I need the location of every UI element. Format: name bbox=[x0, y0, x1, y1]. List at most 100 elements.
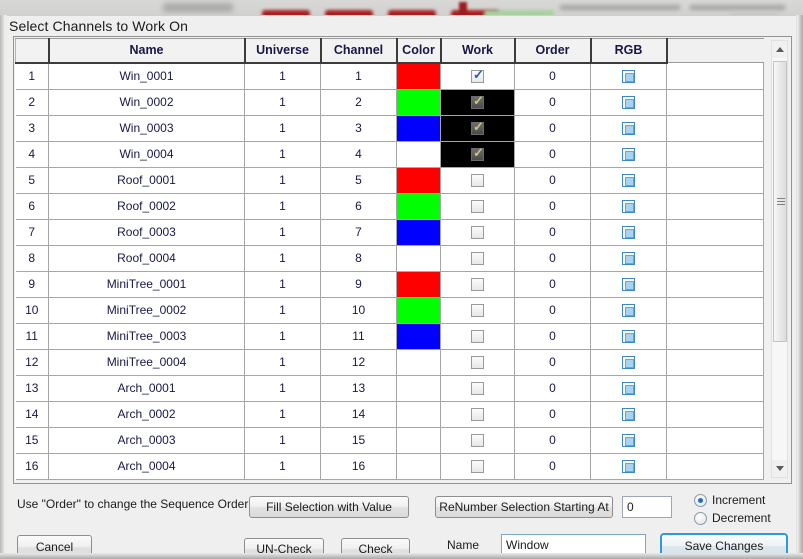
scroll-up-button[interactable] bbox=[772, 41, 787, 58]
channel-cell[interactable]: 7 bbox=[320, 219, 397, 246]
rgb-checkbox-cell[interactable] bbox=[590, 193, 667, 220]
rgb-checkbox-cell[interactable] bbox=[590, 349, 667, 376]
color-swatch-cell[interactable] bbox=[396, 427, 441, 454]
table-row[interactable]: 1 Win_0001 1 1 ✓ 0 bbox=[15, 62, 764, 90]
rgb-checkbox-cell[interactable] bbox=[590, 323, 667, 350]
table-row[interactable]: 9 MiniTree_0001 1 9 0 bbox=[15, 271, 764, 298]
channel-grid-viewport[interactable]: Name Universe Channel Color Work Order R… bbox=[15, 38, 790, 482]
row-header-cell[interactable]: 9 bbox=[15, 271, 49, 298]
order-cell[interactable]: 0 bbox=[514, 297, 591, 324]
channel-cell[interactable]: 5 bbox=[320, 167, 397, 194]
work-checkbox-unchecked-icon[interactable] bbox=[471, 278, 484, 292]
order-cell[interactable]: 0 bbox=[514, 115, 591, 142]
channel-cell[interactable]: 15 bbox=[320, 427, 397, 454]
channel-name-cell[interactable]: Arch_0003 bbox=[48, 427, 245, 454]
increment-radio-row[interactable]: Increment bbox=[694, 493, 765, 507]
universe-cell[interactable]: 1 bbox=[244, 297, 321, 324]
channel-name-cell[interactable]: Win_0003 bbox=[48, 115, 245, 142]
rgb-checkbox-cell[interactable] bbox=[590, 219, 667, 246]
table-row[interactable]: 8 Roof_0004 1 8 0 bbox=[15, 245, 764, 272]
order-cell[interactable]: 0 bbox=[514, 167, 591, 194]
work-checkbox-cell[interactable] bbox=[440, 375, 515, 402]
order-cell[interactable]: 0 bbox=[514, 193, 591, 220]
row-header-cell[interactable]: 16 bbox=[15, 453, 49, 480]
table-row[interactable]: 6 Roof_0002 1 6 0 bbox=[15, 193, 764, 220]
rgb-checkbox-cell[interactable] bbox=[590, 453, 667, 480]
work-checkbox-cell[interactable] bbox=[440, 245, 515, 272]
channel-name-cell[interactable]: Win_0001 bbox=[48, 62, 245, 90]
row-header-cell[interactable]: 15 bbox=[15, 427, 49, 454]
color-swatch-cell[interactable] bbox=[396, 62, 441, 90]
work-checkbox-unchecked-icon[interactable] bbox=[471, 330, 484, 344]
work-checkbox-unchecked-icon[interactable] bbox=[471, 434, 484, 448]
cancel-button[interactable]: Cancel bbox=[17, 535, 92, 559]
row-header-cell[interactable]: 1 bbox=[15, 62, 49, 90]
rgb-checkbox-unchecked-icon[interactable] bbox=[622, 330, 635, 344]
row-header-cell[interactable]: 14 bbox=[15, 401, 49, 428]
work-checkbox-unchecked-icon[interactable] bbox=[471, 304, 484, 318]
column-header-color[interactable]: Color bbox=[396, 38, 442, 64]
row-header-cell[interactable]: 7 bbox=[15, 219, 49, 246]
table-row[interactable]: 4 Win_0004 1 4 ✓ 0 bbox=[15, 141, 764, 168]
column-header-channel[interactable]: Channel bbox=[320, 38, 398, 64]
rgb-checkbox-cell[interactable] bbox=[590, 89, 667, 116]
rgb-checkbox-cell[interactable] bbox=[590, 115, 667, 142]
rgb-checkbox-unchecked-icon[interactable] bbox=[622, 356, 635, 370]
channel-name-cell[interactable]: MiniTree_0002 bbox=[48, 297, 245, 324]
work-checkbox-checked-icon[interactable]: ✓ bbox=[471, 94, 484, 110]
rgb-checkbox-cell[interactable] bbox=[590, 62, 667, 90]
fill-selection-with-value-button[interactable]: Fill Selection with Value bbox=[249, 496, 409, 518]
color-swatch-cell[interactable] bbox=[396, 349, 441, 376]
order-cell[interactable]: 0 bbox=[514, 245, 591, 272]
channel-cell[interactable]: 11 bbox=[320, 323, 397, 350]
universe-cell[interactable]: 1 bbox=[244, 141, 321, 168]
rgb-checkbox-unchecked-icon[interactable] bbox=[622, 122, 635, 136]
table-row[interactable]: 14 Arch_0002 1 14 0 bbox=[15, 401, 764, 428]
channel-name-cell[interactable]: Arch_0004 bbox=[48, 453, 245, 480]
row-header-cell[interactable]: 6 bbox=[15, 193, 49, 220]
work-checkbox-cell[interactable]: ✓ bbox=[440, 89, 515, 116]
universe-cell[interactable]: 1 bbox=[244, 401, 321, 428]
channel-cell[interactable]: 3 bbox=[320, 115, 397, 142]
decrement-radio-icon[interactable] bbox=[694, 511, 707, 525]
order-cell[interactable]: 0 bbox=[514, 323, 591, 350]
row-header-cell[interactable]: 13 bbox=[15, 375, 49, 402]
rgb-checkbox-cell[interactable] bbox=[590, 401, 667, 428]
work-checkbox-unchecked-icon[interactable] bbox=[471, 356, 484, 370]
rgb-checkbox-unchecked-icon[interactable] bbox=[622, 200, 635, 214]
work-checkbox-unchecked-icon[interactable] bbox=[471, 460, 484, 474]
row-header-cell[interactable]: 8 bbox=[15, 245, 49, 272]
save-changes-button[interactable]: Save Changes bbox=[660, 533, 788, 559]
rgb-checkbox-unchecked-icon[interactable] bbox=[622, 434, 635, 448]
rgb-checkbox-cell[interactable] bbox=[590, 297, 667, 324]
work-checkbox-cell[interactable] bbox=[440, 167, 515, 194]
order-cell[interactable]: 0 bbox=[514, 141, 591, 168]
rgb-checkbox-unchecked-icon[interactable] bbox=[622, 96, 635, 110]
rgb-checkbox-cell[interactable] bbox=[590, 167, 667, 194]
rgb-checkbox-unchecked-icon[interactable] bbox=[622, 174, 635, 188]
universe-cell[interactable]: 1 bbox=[244, 323, 321, 350]
channel-cell[interactable]: 8 bbox=[320, 245, 397, 272]
column-header-select-all[interactable] bbox=[15, 38, 50, 64]
universe-cell[interactable]: 1 bbox=[244, 427, 321, 454]
universe-cell[interactable]: 1 bbox=[244, 245, 321, 272]
universe-cell[interactable]: 1 bbox=[244, 167, 321, 194]
column-header-name[interactable]: Name bbox=[48, 38, 246, 64]
channel-cell[interactable]: 14 bbox=[320, 401, 397, 428]
channel-table-body[interactable]: 1 Win_0001 1 1 ✓ 0 2 Win_0002 1 2 ✓ 0 3 Win_0003 1 3 ✓ 0 4… bbox=[15, 62, 764, 480]
work-checkbox-cell[interactable] bbox=[440, 401, 515, 428]
row-header-cell[interactable]: 2 bbox=[15, 89, 49, 116]
work-checkbox-cell[interactable]: ✓ bbox=[440, 115, 515, 142]
scroll-down-button[interactable] bbox=[772, 460, 787, 477]
row-header-cell[interactable]: 5 bbox=[15, 167, 49, 194]
order-cell[interactable]: 0 bbox=[514, 271, 591, 298]
order-cell[interactable]: 0 bbox=[514, 349, 591, 376]
channel-cell[interactable]: 2 bbox=[320, 89, 397, 116]
channel-cell[interactable]: 13 bbox=[320, 375, 397, 402]
row-header-cell[interactable]: 11 bbox=[15, 323, 49, 350]
channel-name-cell[interactable]: Roof_0001 bbox=[48, 167, 245, 194]
rgb-checkbox-unchecked-icon[interactable] bbox=[622, 226, 635, 240]
work-checkbox-checked-icon[interactable]: ✓ bbox=[471, 146, 484, 162]
table-row[interactable]: 10 MiniTree_0002 1 10 0 bbox=[15, 297, 764, 324]
work-checkbox-unchecked-icon[interactable] bbox=[471, 174, 484, 188]
